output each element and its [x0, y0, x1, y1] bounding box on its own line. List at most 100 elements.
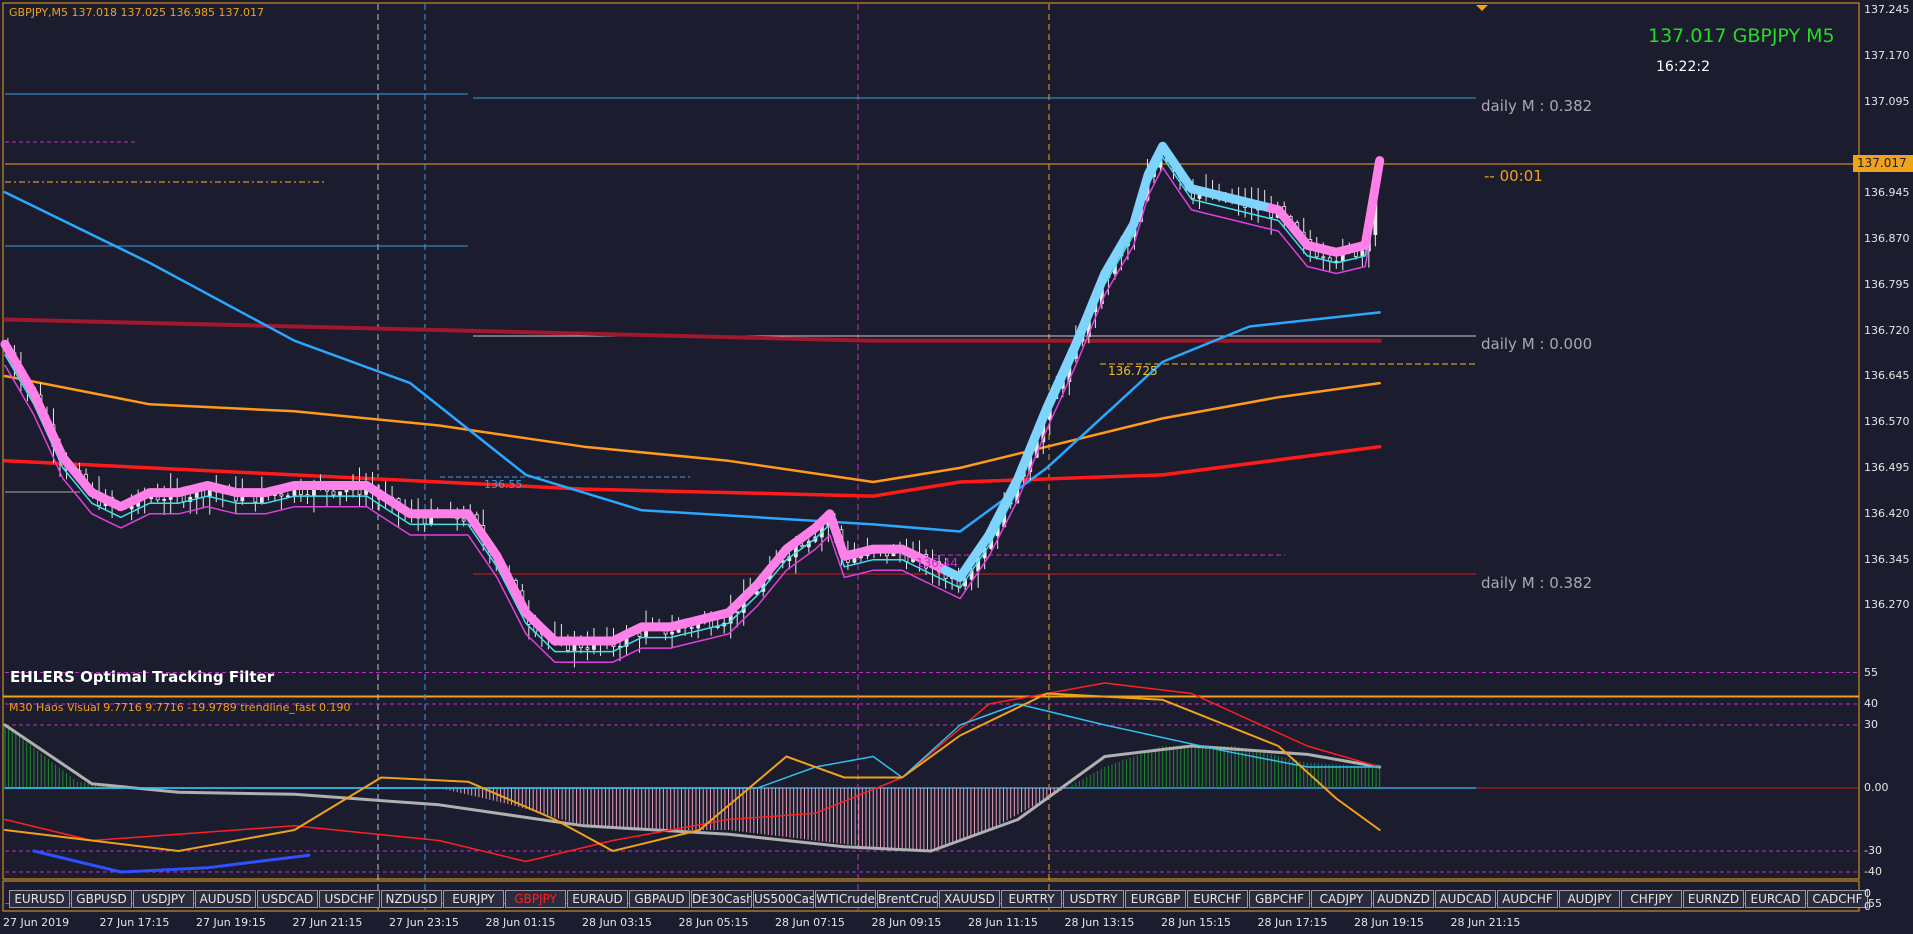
big-quote: 137.017 GBPJPY M5 [1648, 25, 1835, 47]
symbol-button-bar: EURUSD GBPUSD USDJPY AUDUSD USDCAD USDCHF NZDU… [9, 890, 1868, 908]
osc-tick: 30 [1864, 718, 1878, 731]
symbol-button-eurnzd[interactable]: EURNZD [1683, 890, 1744, 908]
symbol-button-audcad[interactable]: AUDCAD [1435, 890, 1496, 908]
time-tick: 28 Jun 13:15 [1064, 916, 1135, 929]
ehlers-filter-segment [1266, 156, 1385, 257]
symbol-button-usdcad[interactable]: USDCAD [257, 890, 318, 908]
symbol-button-usdjpy[interactable]: USDJPY [133, 890, 194, 908]
symbol-button-eurcad[interactable]: EURCAD [1745, 890, 1806, 908]
oscillator-title: M30 Haos Visual 9.7716 9.7716 -19.9789 t… [9, 701, 351, 714]
osc-tick: 0.00 [1864, 781, 1889, 794]
price-tick: 136.870 [1864, 232, 1910, 245]
symbol-button-eurusd[interactable]: EURUSD [9, 890, 70, 908]
time-tick: 28 Jun 17:15 [1257, 916, 1328, 929]
time-tick: 27 Jun 21:15 [292, 916, 363, 929]
time-tick: 28 Jun 07:15 [775, 916, 845, 929]
symbol-button-brentcrude[interactable]: BrentCrude [877, 890, 938, 908]
symbol-button-audchf[interactable]: AUDCHF [1497, 890, 1558, 908]
price-tick: 136.345 [1864, 552, 1910, 566]
time-tick: 27 Jun 19:15 [196, 916, 266, 929]
symbol-info: GBPJPY,M5 137.018 137.025 136.985 137.01… [9, 6, 264, 19]
symbol-button-nzdusd[interactable]: NZDUSD [381, 890, 442, 908]
symbol-button-eurgbp[interactable]: EURGBP [1125, 890, 1186, 908]
candle-body [422, 517, 427, 525]
candle-body [461, 518, 466, 522]
indicator-title: EHLERS Optimal Tracking Filter [10, 668, 275, 686]
candle-body [285, 495, 290, 498]
tracking-line-magenta [4, 166, 1381, 663]
symbol-button-de30cash[interactable]: DE30Cash [691, 890, 752, 908]
time-tick: 28 Jun 11:15 [968, 916, 1038, 929]
price-tick: 136.270 [1864, 598, 1910, 612]
ehlers-filter-line [0, 141, 1385, 663]
price-tick: 136.495 [1864, 461, 1910, 474]
shift-marker-icon [1476, 5, 1488, 11]
chart-window: GBPJPY,M5 137.018 137.025 136.985 137.01… [0, 0, 1913, 934]
chart-canvas[interactable] [0, 0, 1913, 934]
osc-tick: 40 [1864, 697, 1878, 710]
pair-axis-tick: 0 [1864, 887, 1871, 900]
daily-level-upper-label: daily M : 0.382 [1481, 97, 1593, 115]
symbol-button-gbpjpy[interactable]: GBPJPY [505, 890, 566, 908]
symbol-button-gbpaud[interactable]: GBPAUD [629, 890, 690, 908]
symbol-button-eurtry[interactable]: EURTRY [1001, 890, 1062, 908]
time-tick: 28 Jun 03:15 [582, 916, 652, 929]
candle-body [155, 496, 160, 501]
candle-body [344, 489, 349, 493]
time-tick: 27 Jun 23:15 [389, 916, 459, 929]
daily-level-zero-label: daily M : 0.000 [1481, 335, 1593, 353]
symbol-button-gbpusd[interactable]: GBPUSD [71, 890, 132, 908]
osc-tick: -40 [1864, 865, 1882, 878]
symbol-button-usdtry[interactable]: USDTRY [1063, 890, 1124, 908]
ehlers-filter-segment [941, 141, 1276, 582]
time-tick: 28 Jun 15:15 [1161, 916, 1231, 929]
pair-axis-tick: 0 [1864, 900, 1871, 913]
symbol-button-xauusd[interactable]: XAUUSD [939, 890, 1000, 908]
symbol-button-cadjpy[interactable]: CADJPY [1311, 890, 1372, 908]
symbol-button-us500cash[interactable]: US500Cash [753, 890, 814, 908]
symbol-button-euraud[interactable]: EURAUD [567, 890, 628, 908]
bar-countdown: -- 00:01 [1484, 167, 1543, 185]
price-tick: 136.570 [1864, 415, 1910, 429]
price-tick: 136.795 [1864, 277, 1910, 291]
candle-body [162, 498, 167, 501]
price-tick: 136.420 [1864, 506, 1910, 520]
candle-body [637, 632, 642, 637]
symbol-button-audnzd[interactable]: AUDNZD [1373, 890, 1434, 908]
time-tick: 27 Jun 2019 [3, 916, 70, 929]
candle-body [338, 491, 342, 496]
osc-tick: -30 [1864, 844, 1882, 857]
price-tick: 136.645 [1864, 369, 1910, 383]
symbol-button-audusd[interactable]: AUDUSD [195, 890, 256, 908]
symbol-button-eurjpy[interactable]: EURJPY [443, 890, 504, 908]
candle-body [331, 490, 336, 496]
symbol-button-gbpchf[interactable]: GBPCHF [1249, 890, 1310, 908]
ehlers-filter-segment [0, 339, 951, 646]
ma-mid-line [3, 374, 1381, 484]
candle-body [689, 626, 694, 629]
symbol-button-wticrude[interactable]: WTICrude [815, 890, 876, 908]
time-tick: 27 Jun 17:15 [99, 916, 170, 929]
symbol-button-cadchf[interactable]: CADCHF [1807, 890, 1868, 908]
time-tick: 28 Jun 05:15 [678, 916, 749, 929]
symbol-button-audjpy[interactable]: AUDJPY [1559, 890, 1620, 908]
level-label-13644: 136.44 [916, 556, 958, 570]
level-label-136725: 136.725 [1108, 364, 1158, 378]
candle-body [735, 611, 740, 614]
candles [5, 152, 1378, 668]
price-tick: 137.095 [1864, 94, 1910, 108]
current-price-tag: 137.017 [1853, 155, 1913, 172]
time-tick: 28 Jun 01:15 [485, 916, 556, 929]
ma-daily-line [3, 317, 1382, 343]
symbol-button-usdchf[interactable]: USDCHF [319, 890, 380, 908]
symbol-button-eurchf[interactable]: EURCHF [1187, 890, 1248, 908]
tracking-line-cyan [4, 156, 1381, 653]
candle-body [670, 631, 674, 635]
osc-tick: 55 [1864, 665, 1878, 679]
symbol-button-chfjpy[interactable]: CHFJPY [1621, 890, 1682, 908]
osc-blue-line [32, 849, 311, 874]
candle-body [279, 493, 284, 497]
price-tick: 136.720 [1864, 323, 1910, 337]
price-tick: 137.170 [1864, 48, 1910, 62]
price-tick: 136.945 [1864, 186, 1910, 200]
